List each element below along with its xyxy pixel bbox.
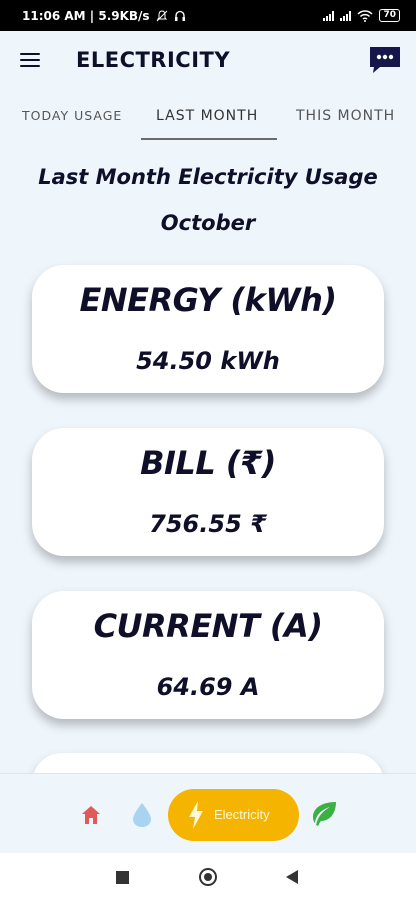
status-right: 70 [323, 9, 400, 22]
leaf-icon[interactable] [310, 801, 338, 827]
card-value: 64.69 A [156, 673, 260, 701]
nav-electricity-label: Electricity [214, 807, 270, 822]
card-title: CURRENT (A) [93, 607, 323, 645]
tab-bar: TODAY USAGE LAST MONTH THIS MONTH [0, 96, 416, 140]
status-time-speed: 11:06 AM | 5.9KB/s [22, 8, 150, 23]
recent-apps-icon[interactable] [116, 871, 129, 884]
bottom-nav: Electricity [0, 773, 416, 853]
app-bar: ELECTRICITY [0, 31, 416, 89]
home-button-icon[interactable] [199, 868, 217, 886]
energy-card: ENERGY (kWh) 54.50 kWh [32, 265, 384, 393]
water-drop-icon[interactable] [131, 802, 153, 828]
tab-indicator [141, 138, 277, 140]
bolt-icon [189, 801, 203, 829]
mute-icon [156, 9, 167, 21]
headphones-icon [174, 10, 185, 21]
status-left: 11:06 AM | 5.9KB/s [22, 9, 186, 23]
signal-icon-2 [340, 10, 352, 21]
signal-icon [323, 10, 335, 21]
page-title: ELECTRICITY [76, 48, 231, 72]
bill-card: BILL (₹) 756.55 ₹ [32, 428, 384, 556]
section-month: October [160, 211, 256, 235]
card-value: 54.50 kWh [136, 347, 280, 375]
battery-icon: 70 [379, 9, 400, 22]
back-icon[interactable] [286, 870, 298, 884]
home-icon[interactable] [80, 804, 102, 826]
card-title: BILL (₹) [140, 444, 276, 482]
card-value: 756.55 ₹ [149, 510, 267, 538]
nav-electricity-active[interactable]: Electricity [168, 789, 299, 841]
tab-last-month[interactable]: LAST MONTH [156, 108, 258, 124]
card-title: ENERGY (kWh) [79, 281, 337, 319]
tab-this-month[interactable]: THIS MONTH [296, 108, 395, 124]
system-nav-bar [0, 853, 416, 902]
chat-icon[interactable] [368, 45, 402, 75]
tab-today-usage[interactable]: TODAY USAGE [22, 108, 122, 123]
wifi-icon [357, 9, 373, 22]
current-card: CURRENT (A) 64.69 A [32, 591, 384, 719]
menu-icon[interactable] [20, 53, 40, 67]
section-heading: Last Month Electricity Usage [38, 165, 378, 189]
status-bar: 11:06 AM | 5.9KB/s 70 [0, 0, 416, 31]
